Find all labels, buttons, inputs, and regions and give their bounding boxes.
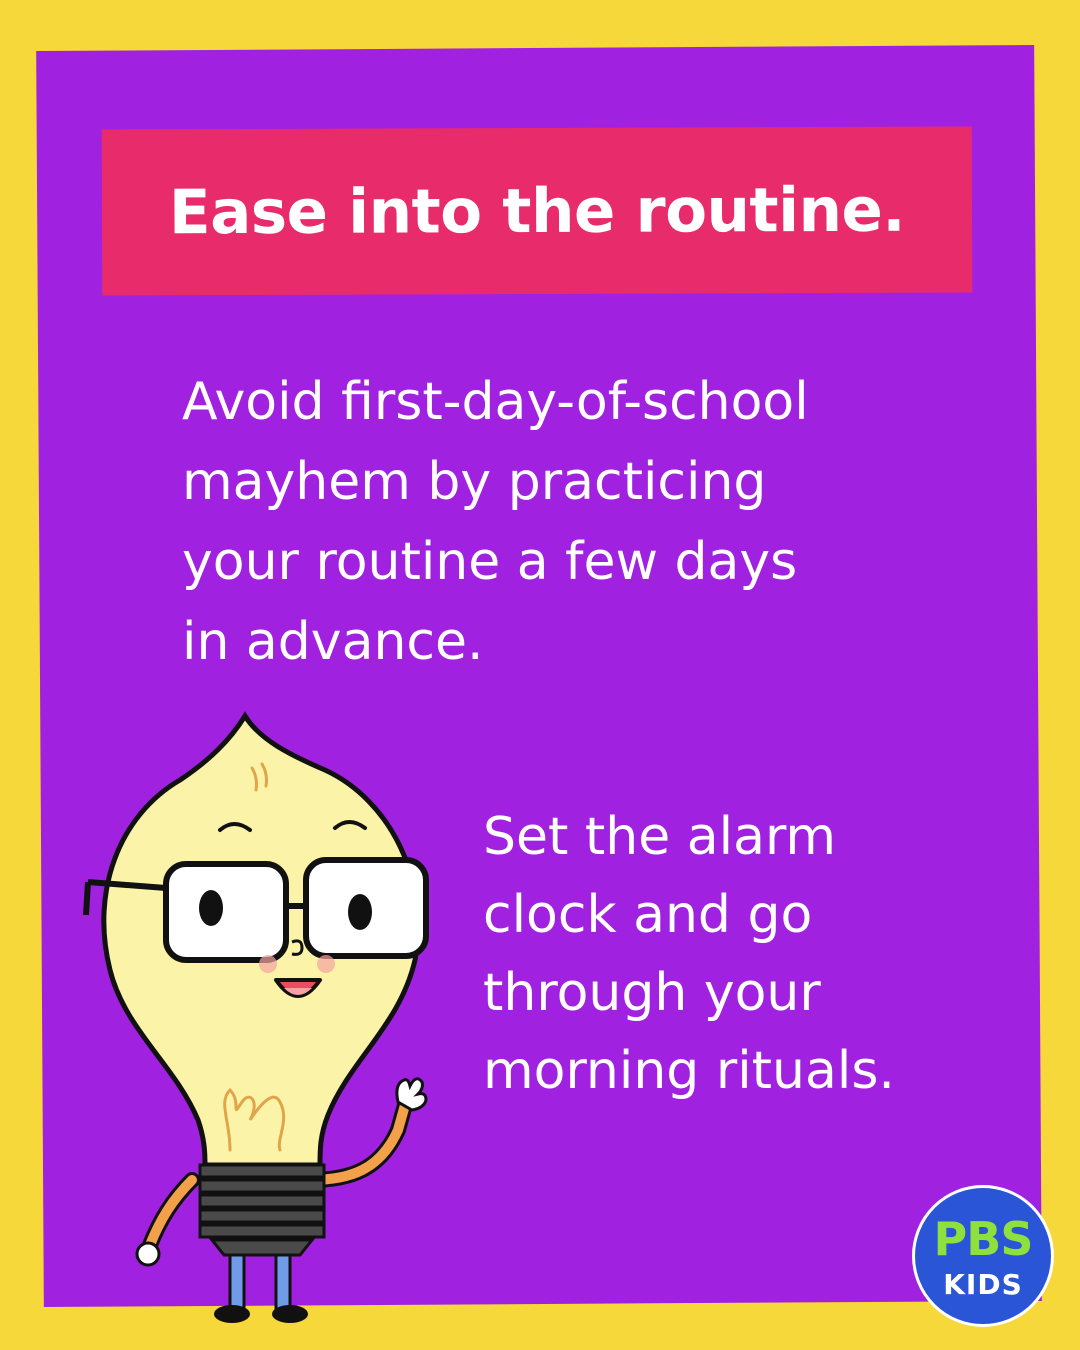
page-title: Ease into the routine. (168, 174, 906, 248)
intro-line: Avoid first-day-of-school (182, 372, 809, 432)
lightbulb-mascot-icon (83, 711, 429, 1323)
intro-line: mayhem by practicing (182, 452, 767, 512)
intro-text: Avoid first-day-of-school mayhem by prac… (182, 362, 942, 682)
intro-line: your routine a few days (182, 532, 798, 592)
title-banner: Ease into the routine. (101, 126, 973, 296)
intro-line: in advance. (182, 612, 484, 672)
tip-line: morning rituals. (483, 1041, 895, 1101)
tip-line: Set the alarm (483, 807, 837, 867)
logo-kids-text: KIDS (943, 1268, 1023, 1301)
pbs-kids-logo: PBS KIDS (912, 1185, 1054, 1327)
logo-pbs-text: PBS (933, 1212, 1034, 1266)
tip-line: clock and go (483, 885, 813, 945)
tip-text: Set the alarm clock and go through your … (483, 798, 1003, 1110)
tip-line: through your (483, 963, 821, 1023)
